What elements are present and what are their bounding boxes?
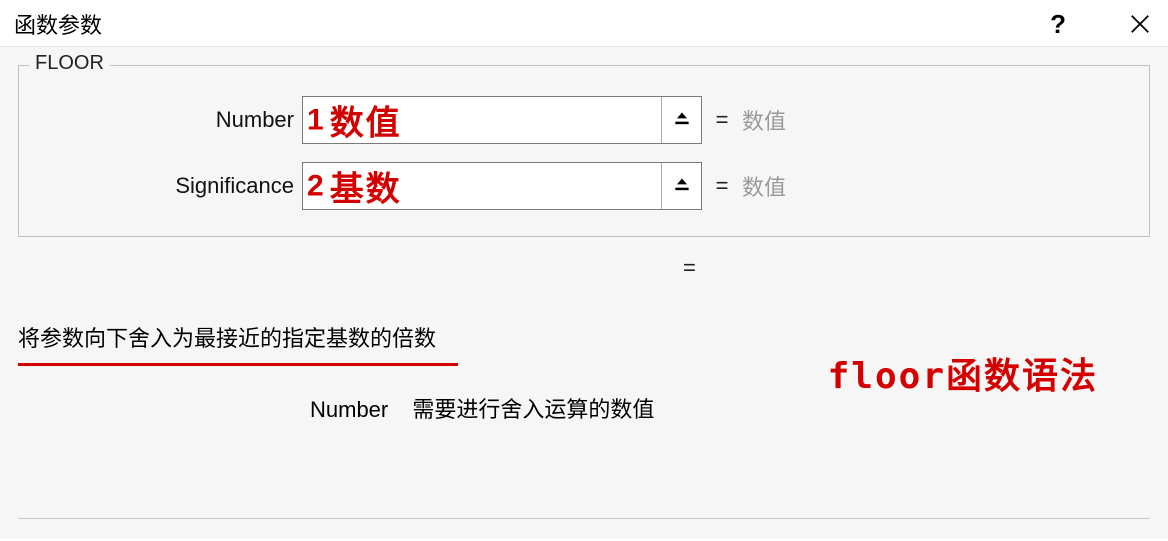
range-picker-button-number[interactable] (661, 97, 701, 143)
result-equals: = (683, 255, 696, 281)
close-button[interactable] (1126, 10, 1154, 38)
annotation-big-text: floor函数语法 (828, 347, 1098, 399)
argument-input-number[interactable] (303, 97, 661, 143)
argument-input-wrap-significance: 2 基数 (302, 162, 702, 210)
argument-input-wrap-number: 1 数值 (302, 96, 702, 144)
argument-row-significance: Significance 2 基数 = 数值 (37, 162, 1131, 210)
argument-hint-number: 数值 (742, 104, 786, 136)
current-argument-name: Number (310, 397, 388, 422)
function-description: 将参数向下舍入为最接近的指定基数的倍数 (18, 321, 436, 361)
collapse-dialog-icon (672, 110, 692, 130)
help-button[interactable]: ? (1050, 9, 1066, 40)
equals-sign: = (702, 173, 742, 199)
current-argument-desc-text: 需要进行舍入运算的数值 (412, 397, 654, 422)
equals-sign: = (702, 107, 742, 133)
argument-hint-significance: 数值 (742, 170, 786, 202)
arguments-group: FLOOR Number 1 数值 = 数值 Significa (18, 65, 1150, 237)
argument-input-significance[interactable] (303, 163, 661, 209)
range-picker-button-significance[interactable] (661, 163, 701, 209)
dialog-title: 函数参数 (14, 8, 102, 40)
argument-label-significance: Significance (37, 173, 302, 199)
collapse-dialog-icon (672, 176, 692, 196)
function-name-legend: FLOOR (29, 52, 110, 75)
annotation-underline (18, 363, 458, 366)
separator (18, 518, 1150, 519)
close-icon (1129, 13, 1151, 35)
argument-row-number: Number 1 数值 = 数值 (37, 96, 1131, 144)
result-line: = (18, 255, 1150, 281)
argument-label-number: Number (37, 107, 302, 133)
